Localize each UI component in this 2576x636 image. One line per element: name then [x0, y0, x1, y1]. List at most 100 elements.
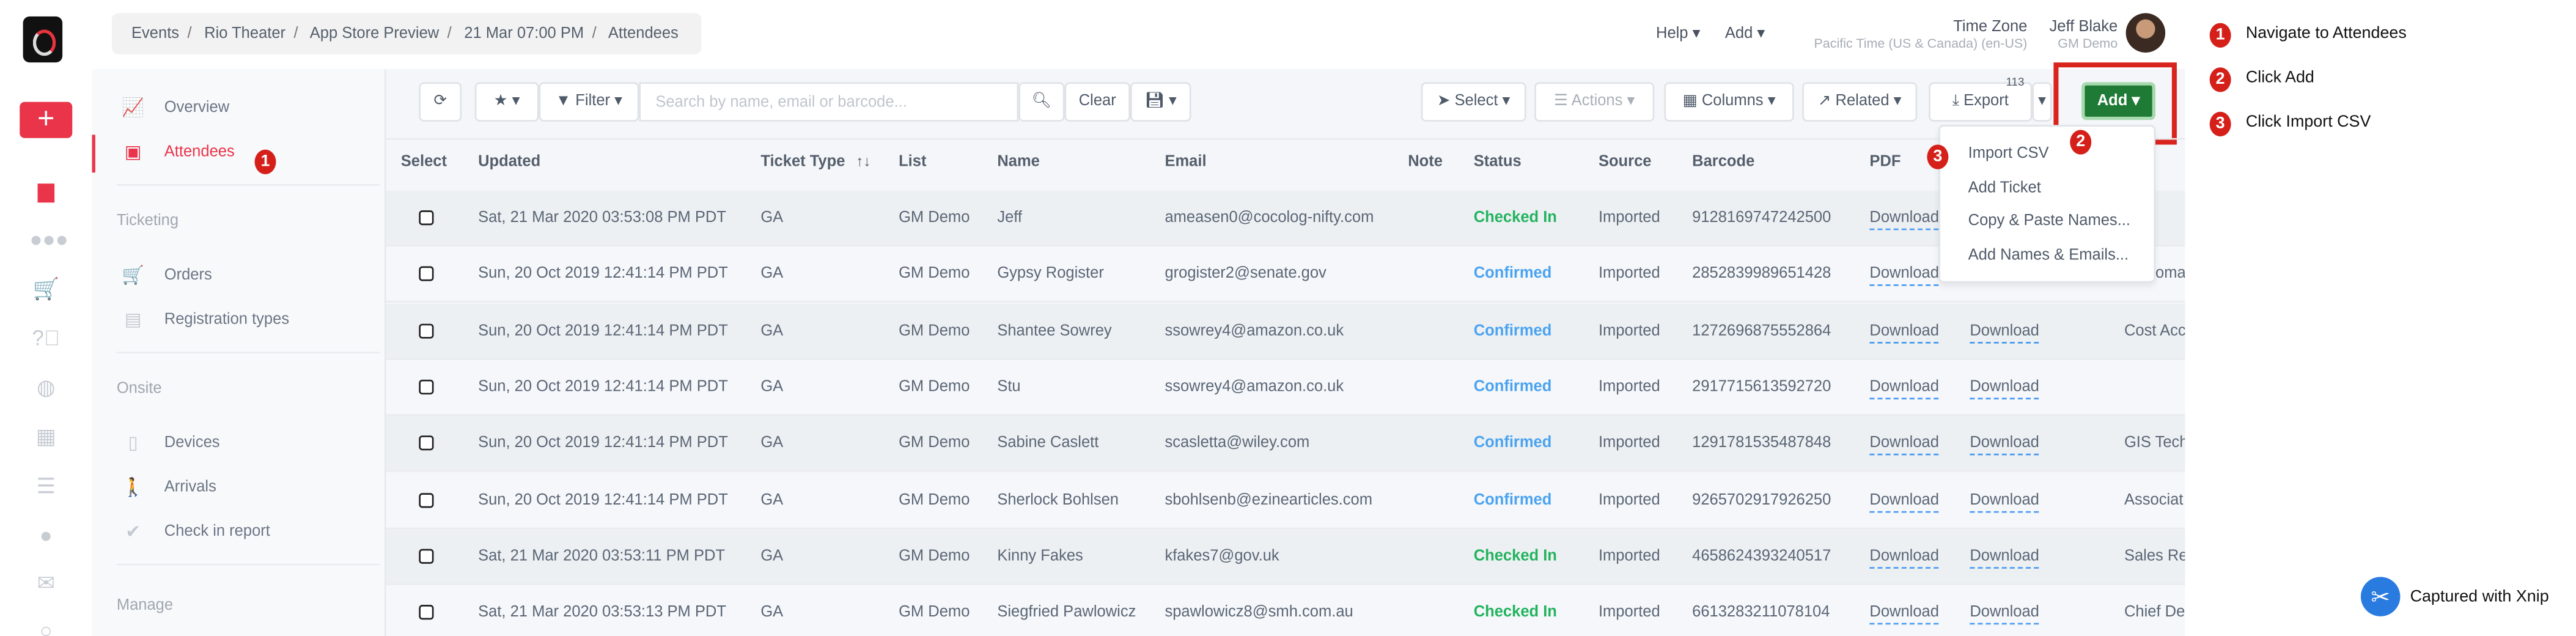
save-view-button[interactable]: 💾︎ ▾ [1130, 82, 1191, 122]
pdf-download-link[interactable]: Download [1869, 490, 1939, 512]
email-cell: ameasen0@cocolog-nifty.com [1165, 209, 1374, 227]
ticket-download-link[interactable]: Download [1970, 547, 2039, 569]
question-icon[interactable]: ?⃝ [29, 325, 62, 352]
row-checkbox[interactable] [419, 267, 434, 282]
pdf-download-link[interactable]: Download [1869, 547, 1939, 569]
row-checkbox[interactable] [419, 492, 434, 508]
status-badge: Confirmed [1473, 434, 1552, 453]
ticket-download-link[interactable]: Download [1970, 321, 2039, 343]
checklist-icon: ☰ [1554, 92, 1568, 111]
column-header-source[interactable]: Source [1599, 153, 1652, 171]
clear-button[interactable]: Clear [1064, 82, 1130, 122]
related-button[interactable]: ↗ Related ▾ [1802, 82, 1918, 122]
sidebar-item-check-in-report[interactable]: Check in report [164, 523, 270, 541]
updated-cell: Sun, 20 Oct 2019 12:41:14 PM PDT [478, 265, 728, 284]
pdf-download-link[interactable]: Download [1869, 603, 1939, 625]
breadcrumb-events[interactable]: Events [131, 24, 179, 43]
column-header-name[interactable]: Name [997, 153, 1040, 171]
column-header-barcode[interactable]: Barcode [1692, 153, 1754, 171]
row-checkbox[interactable] [419, 435, 434, 451]
row-checkbox[interactable] [419, 210, 434, 226]
breadcrumb-venue[interactable]: Rio Theater [204, 24, 285, 43]
breadcrumb-date[interactable]: 21 Mar 07:00 PM [464, 24, 584, 43]
barcode-cell: 2852839989651428 [1692, 265, 1831, 284]
filter-button[interactable]: ▼ Filter ▾ [539, 82, 639, 122]
actions-button[interactable]: ☰ Actions ▾ [1534, 82, 1655, 122]
column-header-select[interactable]: Select [401, 153, 447, 171]
sidebar-item-orders[interactable]: Orders [164, 266, 212, 284]
user-name[interactable]: Jeff Blake [2050, 18, 2118, 37]
select-button[interactable]: ➤ Select ▾ [1421, 82, 1526, 122]
column-header-status[interactable]: Status [1474, 153, 1522, 171]
pdf-download-link[interactable]: Download [1869, 321, 1939, 343]
pdf-download-link[interactable]: Download [1869, 434, 1939, 456]
menu-item-copy-paste-names[interactable]: Copy & Paste Names... [1968, 212, 2130, 231]
search-button[interactable]: 🔍︎ [1018, 82, 1065, 122]
sidebar-item-attendees[interactable]: Attendees [164, 143, 235, 161]
export-caret-button[interactable]: ▾ [2032, 82, 2052, 122]
source-cell: Imported [1598, 490, 1660, 509]
user-icon[interactable]: ● [29, 523, 62, 549]
numbered-list-icon[interactable]: ☰ [29, 473, 62, 500]
row-checkbox[interactable] [419, 549, 434, 564]
mail-icon[interactable]: ✉ [29, 571, 62, 597]
refresh-button[interactable]: ⟳ [419, 82, 462, 122]
export-count: 113 [2006, 77, 2025, 89]
sidebar-item-registration-types[interactable]: Registration types [164, 311, 289, 329]
export-label: Export [1963, 92, 2009, 111]
help-menu[interactable]: Help ▾ [1656, 24, 1700, 43]
column-header-list[interactable]: List [899, 153, 926, 171]
users-icon[interactable]: ●●● [29, 227, 68, 253]
create-button[interactable]: + [20, 102, 73, 138]
source-cell: Imported [1598, 603, 1660, 622]
column-header-email[interactable]: Email [1165, 153, 1206, 171]
menu-item-add-names-emails[interactable]: Add Names & Emails... [1968, 246, 2129, 265]
sidebar-item-devices[interactable]: Devices [164, 434, 220, 453]
column-header-pdf[interactable]: PDF [1869, 153, 1901, 171]
timezone-value[interactable]: Pacific Time (US & Canada) (en-US) [1814, 36, 2027, 51]
calendar-icon[interactable]: ▆ [29, 177, 62, 204]
favorites-button[interactable]: ★ ▾ [474, 82, 539, 122]
email-cell: scasletta@wiley.com [1165, 434, 1310, 453]
menu-item-add-ticket[interactable]: Add Ticket [1968, 179, 2041, 198]
cart-icon: 🛒 [122, 266, 145, 286]
ticket-download-link[interactable]: Download [1970, 434, 2039, 456]
column-header-note[interactable]: Note [1408, 153, 1443, 171]
circle-icon[interactable]: ○ [29, 618, 62, 636]
menu-item-import-csv[interactable]: Import CSV [1968, 145, 2049, 163]
list-cell: GM Demo [899, 603, 970, 622]
columns-button[interactable]: ▦ Columns ▾ [1664, 82, 1794, 122]
walking-icon: 🚶 [122, 478, 145, 498]
app-logo[interactable] [23, 16, 63, 63]
ticket-download-link[interactable]: Download [1970, 377, 2039, 399]
row-checkbox[interactable] [419, 605, 434, 620]
header-add-menu[interactable]: Add ▾ [1725, 24, 1765, 43]
row-checkbox[interactable] [419, 323, 434, 338]
row-checkbox[interactable] [419, 379, 434, 394]
ticket-download-link[interactable]: Download [1970, 603, 2039, 625]
sort-icon[interactable]: ↑↓ [856, 153, 870, 169]
column-header-updated[interactable]: Updated [478, 153, 540, 171]
icon-rail: + ▆ ●●● 🛒 ?⃝ ◍ ▦ ☰ ● ✉ ○ [0, 0, 92, 636]
name-cell: Jeff [997, 209, 1023, 227]
pdf-download-link[interactable]: Download [1869, 209, 1939, 231]
sidebar-item-arrivals[interactable]: Arrivals [164, 478, 216, 497]
email-cell: ssowrey4@amazon.co.uk [1165, 377, 1344, 396]
gift-icon[interactable]: ▦ [29, 424, 62, 450]
globe-icon[interactable]: ◍ [29, 375, 62, 401]
cart-icon[interactable]: 🛒 [29, 276, 62, 303]
pdf-download-link[interactable]: Download [1869, 377, 1939, 399]
breadcrumb-event[interactable]: App Store Preview [310, 24, 439, 43]
annotation-badge-2: 2 [2070, 130, 2092, 155]
xnip-logo-icon: ✂ [2360, 577, 2401, 616]
name-cell: Sabine Caslett [997, 434, 1099, 453]
divider [116, 184, 380, 186]
avatar[interactable] [2125, 13, 2166, 53]
sidebar-item-overview[interactable]: Overview [164, 98, 229, 117]
column-header-ticket-type[interactable]: Ticket Type [760, 153, 845, 171]
pdf-download-link[interactable]: Download [1869, 265, 1939, 287]
search-input[interactable] [639, 82, 1019, 122]
divider [116, 352, 380, 353]
ticket-download-link[interactable]: Download [1970, 490, 2039, 512]
star-icon: ★ [493, 92, 508, 111]
